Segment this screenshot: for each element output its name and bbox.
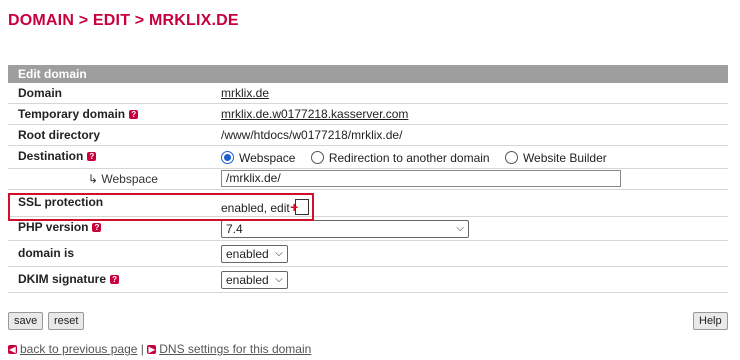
help-icon[interactable]: ? bbox=[87, 152, 97, 161]
edit-domain-panel: Edit domain Domain mrklix.de Temporary d… bbox=[8, 65, 728, 293]
add-document-icon[interactable]: + bbox=[290, 199, 310, 215]
dkim-signature-select[interactable]: enabled ⌵ bbox=[221, 271, 288, 289]
destination-label: Destination bbox=[18, 149, 84, 163]
temporary-domain-label: Temporary domain bbox=[18, 107, 126, 121]
row-destination: Destination? Webspace Redirection to ano… bbox=[8, 146, 728, 169]
back-arrow-icon: ◀ bbox=[8, 345, 17, 354]
row-domain: Domain mrklix.de bbox=[8, 83, 728, 104]
help-icon[interactable]: ? bbox=[92, 223, 102, 232]
domain-is-select[interactable]: enabled ⌵ bbox=[221, 245, 288, 263]
php-version-label: PHP version bbox=[18, 220, 89, 234]
page-title: DOMAIN > EDIT > MRKLIX.DE bbox=[8, 12, 239, 29]
chevron-down-icon: ⌵ bbox=[275, 248, 283, 259]
chevron-down-icon: ⌵ bbox=[275, 274, 283, 285]
reset-button[interactable]: reset bbox=[48, 312, 85, 330]
row-domain-is: domain is enabled ⌵ bbox=[8, 241, 728, 267]
row-php-version: PHP version? 7.4 ⌵ bbox=[8, 217, 728, 241]
ssl-protection-label: SSL protection bbox=[18, 195, 104, 209]
webspace-label: ↳ Webspace bbox=[88, 172, 158, 186]
dns-settings-link[interactable]: DNS settings for this domain bbox=[159, 342, 311, 356]
dkim-signature-label: DKIM signature bbox=[18, 272, 107, 286]
domain-label: Domain bbox=[18, 86, 63, 100]
domain-is-value: enabled bbox=[226, 247, 269, 261]
row-dkim-signature: DKIM signature? enabled ⌵ bbox=[8, 267, 728, 293]
radio-webspace-label[interactable]: Webspace bbox=[239, 151, 295, 165]
root-directory-label: Root directory bbox=[18, 128, 101, 142]
radio-redirection-label[interactable]: Redirection to another domain bbox=[329, 151, 490, 165]
ssl-status-text[interactable]: enabled, edit bbox=[221, 201, 290, 215]
dns-arrow-icon: ▶ bbox=[147, 345, 157, 354]
root-directory-value: /www/htdocs/w0177218/mrklix.de/ bbox=[221, 128, 403, 142]
radio-website-builder-label[interactable]: Website Builder bbox=[523, 151, 607, 165]
radio-webspace[interactable] bbox=[221, 151, 234, 164]
help-icon[interactable]: ? bbox=[110, 275, 120, 284]
back-to-previous-page-link[interactable]: back to previous page bbox=[20, 342, 137, 356]
chevron-down-icon: ⌵ bbox=[456, 223, 464, 234]
php-version-value: 7.4 bbox=[226, 222, 243, 236]
radio-redirection[interactable] bbox=[310, 151, 324, 164]
row-webspace: ↳ Webspace /mrklix.de/ bbox=[8, 169, 728, 190]
destination-options: Webspace Redirection to another domain W… bbox=[221, 151, 619, 165]
webspace-path-input[interactable]: /mrklix.de/ bbox=[221, 170, 621, 187]
help-button[interactable]: Help bbox=[693, 312, 728, 330]
domain-link[interactable]: mrklix.de bbox=[221, 86, 269, 100]
help-icon[interactable]: ? bbox=[129, 110, 139, 119]
dkim-signature-value: enabled bbox=[226, 273, 269, 287]
panel-heading: Edit domain bbox=[8, 65, 728, 83]
save-button[interactable]: save bbox=[8, 312, 44, 330]
footer-separator: | bbox=[140, 342, 144, 356]
row-root-directory: Root directory /www/htdocs/w0177218/mrkl… bbox=[8, 125, 728, 146]
row-temporary-domain: Temporary domain? mrklix.de.w0177218.kas… bbox=[8, 104, 728, 125]
domain-is-label: domain is bbox=[18, 246, 75, 260]
temporary-domain-link[interactable]: mrklix.de.w0177218.kasserver.com bbox=[221, 107, 408, 121]
row-ssl-protection: SSL protection enabled, edit + bbox=[8, 190, 728, 217]
footer-links: ◀ back to previous page | ▶ DNS settings f… bbox=[8, 342, 311, 356]
radio-website-builder[interactable] bbox=[504, 151, 518, 164]
php-version-select[interactable]: 7.4 ⌵ bbox=[221, 220, 469, 238]
